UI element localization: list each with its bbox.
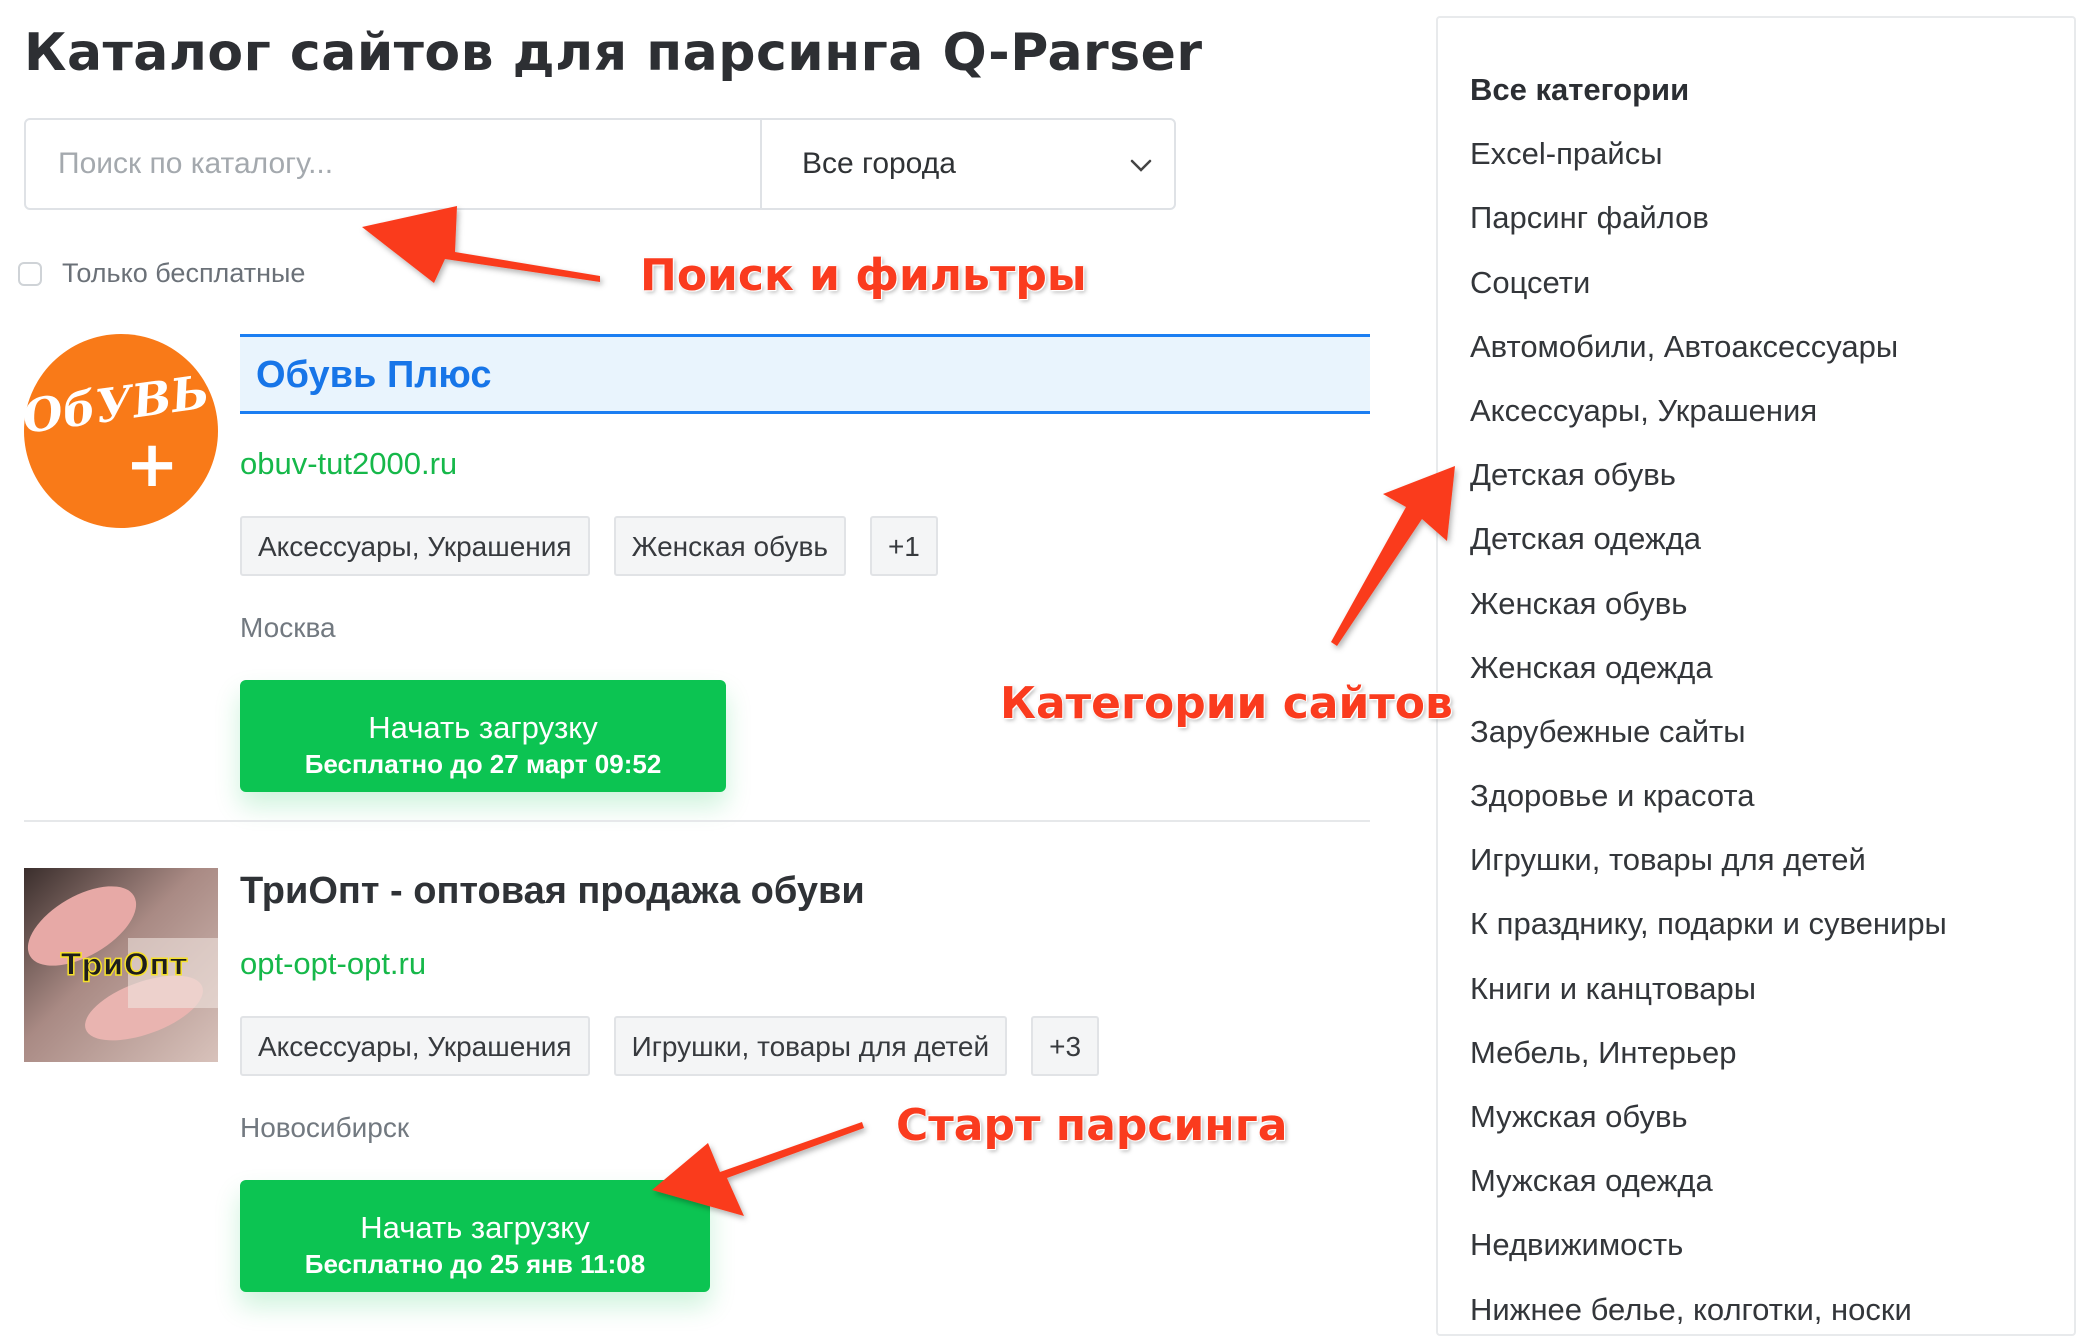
site-card-body: ТриОпт - оптовая продажа обуви opt-opt-o… — [240, 868, 1370, 1292]
category-item-excel-prices[interactable]: Excel-прайсы — [1470, 122, 1947, 186]
category-item-accessories[interactable]: Аксессуары, Украшения — [1470, 379, 1947, 443]
free-only-label: Только бесплатные — [62, 258, 306, 288]
search-bar: Все города — [24, 118, 1176, 210]
site-tags: Аксессуары, Украшения Женская обувь +1 — [240, 516, 1370, 576]
category-item-books[interactable]: Книги и канцтовары — [1470, 957, 1947, 1021]
page-title: Каталог сайтов для парсинга Q-Parser — [24, 23, 1203, 83]
category-item-kids-clothes[interactable]: Детская одежда — [1470, 507, 1947, 571]
arrow-to-search — [362, 206, 600, 283]
site-logo-text: ТриОпт — [61, 948, 188, 983]
chevron-down-icon — [1130, 147, 1152, 181]
site-url-link[interactable]: opt-opt-opt.ru — [240, 944, 1370, 984]
category-item-men-shoes[interactable]: Мужская обувь — [1470, 1085, 1947, 1149]
start-download-label: Начать загрузку — [368, 709, 598, 745]
annotation-start-parsing: Старт парсинга — [896, 1100, 1288, 1151]
site-tag[interactable]: Аксессуары, Украшения — [240, 1016, 590, 1076]
site-logo[interactable]: ТриОпт — [24, 868, 218, 1062]
category-item-all[interactable]: Все категории — [1470, 58, 1947, 122]
category-item-women-clothes[interactable]: Женская одежда — [1470, 636, 1947, 700]
category-item-foreign-sites[interactable]: Зарубежные сайты — [1470, 700, 1947, 764]
annotation-search-filters: Поиск и фильтры — [640, 250, 1087, 301]
category-item-furniture[interactable]: Мебель, Интерьер — [1470, 1021, 1947, 1085]
category-sidebar: Все категории Excel-прайсы Парсинг файло… — [1436, 16, 2076, 1336]
site-title[interactable]: Обувь Плюс — [240, 334, 1370, 414]
site-city: Москва — [240, 612, 336, 643]
site-tag-more[interactable]: +3 — [1031, 1016, 1100, 1076]
category-item-gifts[interactable]: К празднику, подарки и сувениры — [1470, 892, 1947, 956]
site-tag[interactable]: Аксессуары, Украшения — [240, 516, 590, 576]
site-tags: Аксессуары, Украшения Игрушки, товары дл… — [240, 1016, 1370, 1076]
free-only-filter[interactable]: Только бесплатные — [18, 258, 305, 289]
free-until-label: Бесплатно до 25 янв 11:08 — [304, 1248, 646, 1279]
site-tag[interactable]: Женская обувь — [613, 516, 846, 576]
category-item-auto[interactable]: Автомобили, Автоаксессуары — [1470, 315, 1947, 379]
category-item-social[interactable]: Соцсети — [1470, 251, 1947, 315]
start-download-label: Начать загрузку — [360, 1209, 590, 1245]
card-divider — [24, 820, 1370, 822]
site-logo-plus: + — [125, 428, 179, 502]
start-download-button[interactable]: Начать загрузку Бесплатно до 25 янв 11:0… — [240, 1180, 710, 1292]
site-title[interactable]: ТриОпт - оптовая продажа обуви — [240, 868, 1370, 914]
free-until-label: Бесплатно до 27 март 09:52 — [304, 748, 662, 779]
category-item-toys[interactable]: Игрушки, товары для детей — [1470, 828, 1947, 892]
site-url-link[interactable]: obuv-tut2000.ru — [240, 444, 1370, 484]
catalog-search-input[interactable] — [26, 120, 762, 208]
category-item-men-clothes[interactable]: Мужская одежда — [1470, 1149, 1947, 1213]
category-list: Все категории Excel-прайсы Парсинг файло… — [1470, 58, 1947, 1342]
site-logo[interactable]: ОбУВЬ + — [19, 334, 218, 528]
site-tag[interactable]: Игрушки, товары для детей — [613, 1016, 1008, 1076]
category-item-real-estate[interactable]: Недвижимость — [1470, 1213, 1947, 1277]
category-item-underwear[interactable]: Нижнее белье, колготки, носки — [1470, 1278, 1947, 1342]
free-only-checkbox[interactable] — [18, 261, 42, 286]
annotation-site-categories: Категории сайтов — [1000, 678, 1453, 729]
category-item-kids-shoes[interactable]: Детская обувь — [1470, 443, 1947, 507]
site-tag-more[interactable]: +1 — [869, 516, 938, 576]
category-item-health-beauty[interactable]: Здоровье и красота — [1470, 764, 1947, 828]
category-item-file-parsing[interactable]: Парсинг файлов — [1470, 186, 1947, 250]
city-select[interactable]: Все города — [762, 120, 1174, 208]
start-download-button[interactable]: Начать загрузку Бесплатно до 27 март 09:… — [240, 680, 726, 792]
city-select-value: Все города — [802, 147, 956, 180]
category-item-women-shoes[interactable]: Женская обувь — [1470, 572, 1947, 636]
